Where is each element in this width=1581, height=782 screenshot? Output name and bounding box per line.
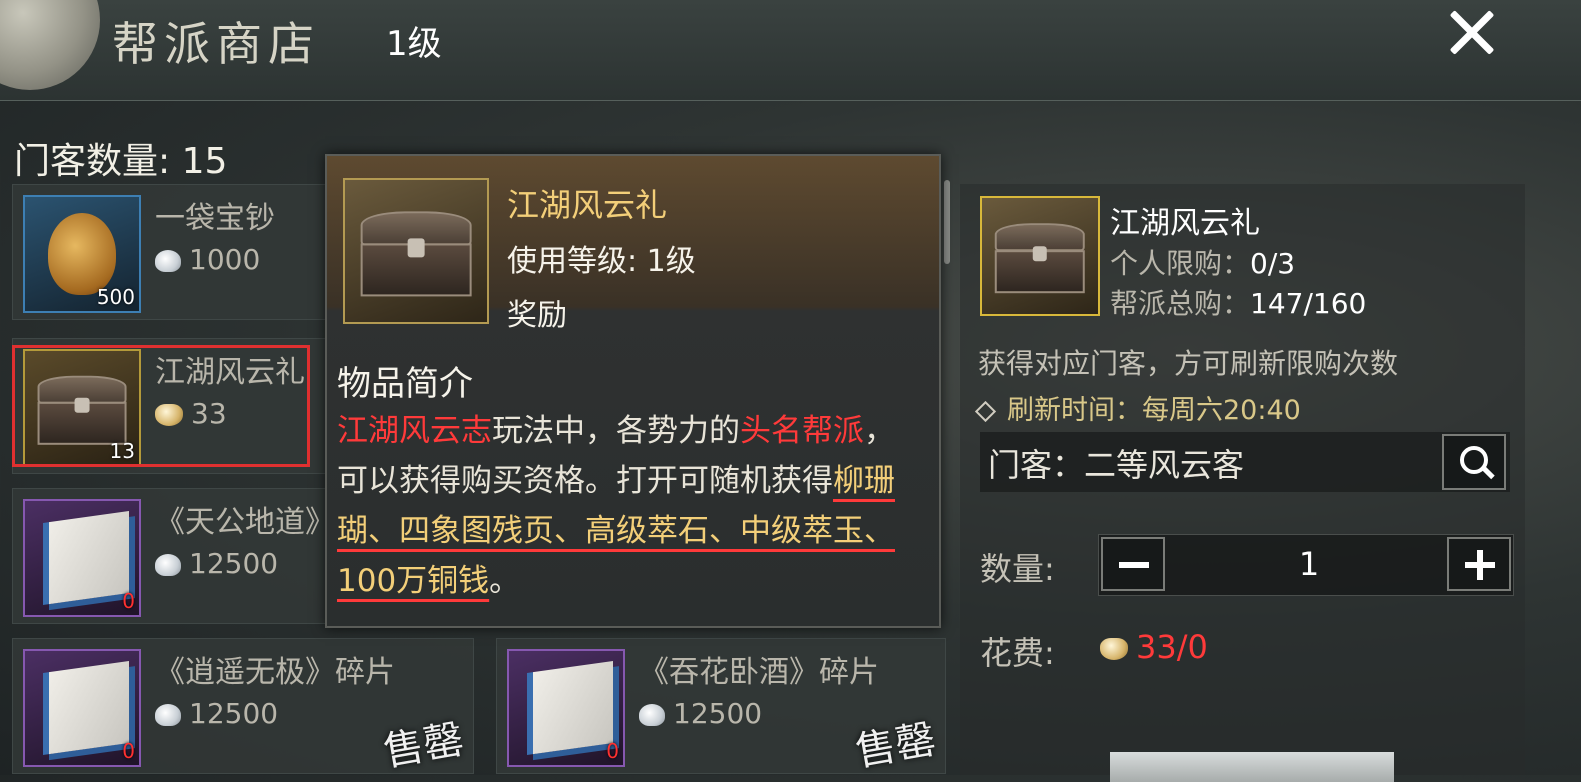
- silver-ingot-icon: [155, 554, 181, 576]
- manual-book-icon: 0: [23, 649, 141, 767]
- item-name: 一袋宝钞: [155, 201, 275, 236]
- plus-icon[interactable]: [1447, 537, 1511, 591]
- close-icon[interactable]: [1440, 4, 1504, 60]
- shop-item-card[interactable]: 0 《逍遥无极》碎片 12500 售罄: [12, 638, 474, 776]
- minus-icon[interactable]: [1101, 537, 1165, 591]
- shop-item-card[interactable]: 0 《吞花卧酒》碎片 12500 售罄: [496, 638, 946, 776]
- item-price: 12500: [155, 547, 278, 580]
- quantity-stepper[interactable]: 1: [1098, 534, 1514, 596]
- selection-highlight: [12, 345, 310, 467]
- tooltip-item-type: 奖励: [507, 298, 567, 333]
- quantity-value: 1: [1298, 545, 1320, 583]
- purchase-button[interactable]: [1110, 752, 1394, 782]
- silver-coin-icon: [155, 250, 181, 272]
- item-tooltip: 江湖风云礼 使用等级: 1级 奖励 物品简介 江湖风云志玩法中，各势力的头名帮派…: [325, 154, 941, 628]
- item-price: 1000: [155, 243, 260, 276]
- scrollbar[interactable]: [944, 180, 950, 264]
- diamond-icon: [974, 400, 997, 423]
- retainer-select[interactable]: 门客：二等风云客: [980, 432, 1510, 492]
- manual-book-icon: 0: [507, 649, 625, 767]
- purchase-panel: 江湖风云礼 个人限购：0/3 帮派总购：147/160 获得对应门客，方可刷新限…: [960, 184, 1525, 782]
- refresh-time: 刷新时间：每周六20:40: [974, 388, 1301, 427]
- item-price: 12500: [639, 697, 762, 730]
- sold-out-stamp: 售罄: [380, 716, 468, 776]
- retainer-select-value: 门客：二等风云客: [988, 446, 1245, 484]
- item-stock: 0: [122, 739, 135, 763]
- detail-item-name: 江湖风云礼: [1110, 206, 1260, 241]
- item-stock: 500: [96, 285, 135, 309]
- treasure-chest-icon: [980, 196, 1100, 316]
- quantity-label: 数量:: [980, 550, 1055, 588]
- silver-ingot-icon: [155, 704, 181, 726]
- item-name: 《吞花卧酒》碎片: [639, 655, 879, 690]
- personal-limit: 个人限购：0/3: [1110, 247, 1296, 280]
- silver-ingot-icon: [639, 704, 665, 726]
- money-bag-icon: 500: [23, 195, 141, 313]
- item-price: 12500: [155, 697, 278, 730]
- tooltip-item-name: 江湖风云礼: [507, 186, 668, 224]
- gold-ingot-icon: [1100, 638, 1128, 660]
- sold-out-stamp: 售罄: [852, 716, 940, 776]
- cost-label: 花费:: [980, 634, 1055, 672]
- search-icon[interactable]: [1442, 434, 1506, 490]
- item-name: 《逍遥无极》碎片: [155, 655, 395, 690]
- page-title: 帮派商店: [112, 17, 320, 71]
- manual-book-icon: 0: [23, 499, 141, 617]
- retainer-count: 门客数量: 15: [14, 141, 228, 182]
- limit-note: 获得对应门客，方可刷新限购次数: [978, 347, 1399, 380]
- tooltip-use-level: 使用等级: 1级: [507, 244, 696, 279]
- tooltip-desc-title: 物品简介: [337, 364, 473, 404]
- cost-value: 33/0: [1100, 628, 1208, 666]
- shop-level: 1级: [386, 24, 442, 64]
- treasure-chest-icon: [343, 178, 489, 324]
- tooltip-description: 江湖风云志玩法中，各势力的头名帮派，可以获得购买资格。打开可随机获得柳珊瑚、四象…: [337, 413, 895, 599]
- item-stock: 0: [122, 589, 135, 613]
- item-name: 《天公地道》: [155, 505, 335, 540]
- guild-limit: 帮派总购：147/160: [1110, 287, 1367, 320]
- item-stock: 0: [606, 739, 619, 763]
